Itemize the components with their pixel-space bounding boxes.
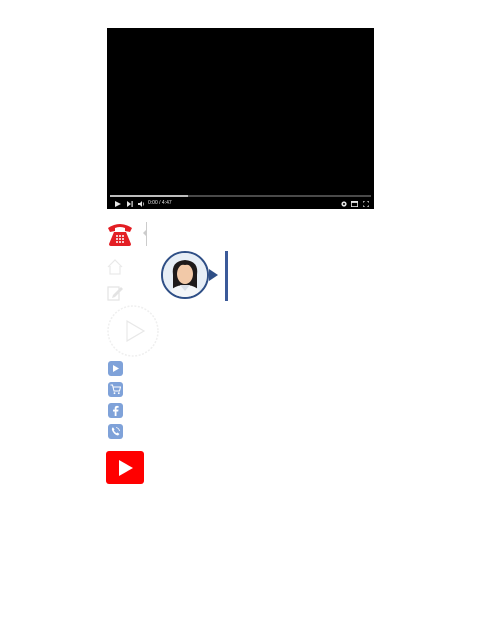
next-icon[interactable]: [125, 199, 134, 209]
theater-icon[interactable]: [350, 199, 359, 209]
progress-fill: [110, 195, 189, 197]
avatar[interactable]: [161, 251, 209, 299]
divider: [146, 222, 147, 246]
progress-bar[interactable]: [110, 195, 371, 197]
viber-icon[interactable]: [108, 424, 123, 439]
telephone-button[interactable]: [106, 219, 134, 247]
play-circle-icon[interactable]: [106, 304, 160, 358]
telephone-icon: [108, 224, 132, 246]
settings-icon[interactable]: [339, 199, 348, 209]
video-icon[interactable]: [108, 361, 123, 376]
facebook-icon[interactable]: [108, 403, 123, 418]
time-display: 0:00 / 4:47: [148, 200, 172, 206]
edit-icon[interactable]: [106, 284, 124, 302]
home-icon[interactable]: [106, 258, 124, 276]
cart-icon[interactable]: [108, 382, 123, 397]
fullscreen-icon[interactable]: [361, 199, 370, 209]
quote-bar: [225, 251, 228, 301]
player-controls: 0:00 / 4:47: [107, 199, 374, 209]
video-player[interactable]: 0:00 / 4:47: [107, 28, 374, 209]
avatar-pointer: [209, 269, 218, 281]
youtube-button[interactable]: [106, 451, 144, 484]
play-icon[interactable]: [113, 199, 122, 209]
youtube-icon: [119, 459, 133, 476]
volume-icon[interactable]: [137, 199, 146, 209]
divider-arrow: [143, 230, 146, 236]
